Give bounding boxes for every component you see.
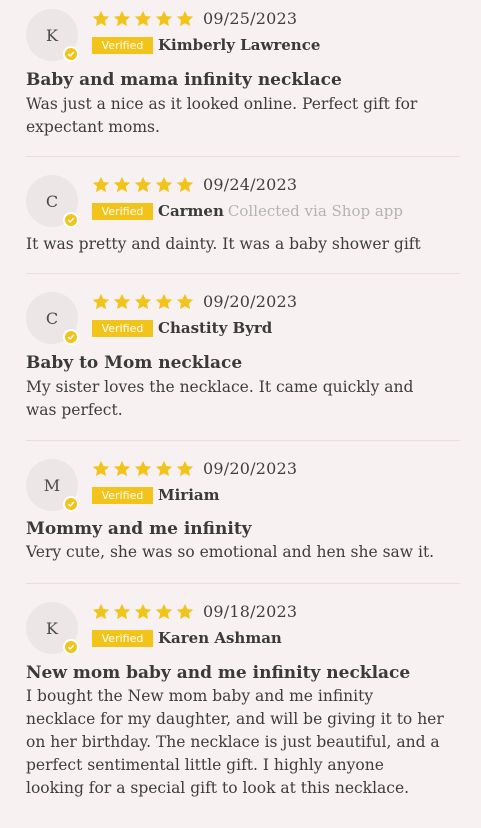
avatar: C (26, 292, 79, 345)
divider (26, 273, 460, 274)
review-date: 09/25/2023 (203, 9, 298, 28)
verified-check-icon (63, 329, 79, 345)
avatar: M (26, 459, 79, 512)
review-body: Was just a nice as it looked online. Per… (26, 95, 418, 136)
star-rating (91, 292, 195, 312)
star-icon (92, 10, 110, 27)
author-name: Carmen (158, 202, 224, 220)
star-icon (92, 176, 110, 193)
verified-badge: Verified (92, 320, 153, 337)
star-icon (155, 603, 173, 620)
review-author: Chastity Byrd (158, 317, 272, 339)
review-item: K 09/18/2023 Verified Karen Ashman New m… (0, 602, 481, 812)
review-body: I bought the New mom baby and me infinit… (26, 687, 444, 797)
avatar-initial: C (45, 191, 59, 211)
star-icon (176, 460, 194, 477)
reviews-list: K 09/25/2023 Verified Kimberly Lawrence … (0, 0, 481, 828)
verified-badge: Verified (92, 203, 153, 220)
avatar-initial: K (46, 618, 58, 638)
star-icon (92, 293, 110, 310)
review-title: Mommy and me infinity (26, 519, 252, 539)
star-rating (91, 459, 195, 479)
review-title: New mom baby and me infinity necklace (26, 663, 411, 683)
star-icon (92, 460, 110, 477)
star-icon (113, 176, 131, 193)
avatar-initial: M (43, 475, 61, 495)
star-icon (113, 293, 131, 310)
verified-badge: Verified (92, 630, 153, 647)
author-name: Kimberly Lawrence (158, 36, 321, 54)
star-icon (155, 293, 173, 310)
review-author: Kimberly Lawrence (158, 34, 320, 56)
review-author: Miriam (158, 484, 220, 506)
star-icon (134, 176, 152, 193)
avatar: K (26, 9, 79, 62)
verified-check-icon (63, 212, 79, 228)
review-item: K 09/25/2023 Verified Kimberly Lawrence … (0, 9, 481, 139)
review-body: It was pretty and dainty. It was a baby … (26, 235, 421, 253)
avatar-initial: K (46, 25, 58, 45)
review-source: Collected via Shop app (227, 202, 404, 220)
star-icon (113, 10, 131, 27)
verified-badge: Verified (92, 487, 153, 504)
star-icon (176, 603, 194, 620)
star-rating (91, 9, 195, 29)
star-icon (155, 460, 173, 477)
verified-check-icon (63, 496, 79, 512)
author-name: Karen Ashman (158, 629, 282, 647)
review-date: 09/18/2023 (203, 602, 298, 621)
review-item: C 09/24/2023 Verified Carmen Collected vi… (0, 175, 481, 255)
review-body: My sister loves the necklace. It came qu… (26, 378, 414, 419)
star-icon (113, 460, 131, 477)
review-item: M 09/20/2023 Verified Miriam Mommy and m… (0, 459, 481, 565)
avatar: K (26, 602, 79, 655)
verified-badge: Verified (92, 37, 153, 54)
review-item: C 09/20/2023 Verified Chastity Byrd Baby… (0, 292, 481, 422)
review-body: Very cute, she was so emotional and hen … (26, 543, 435, 561)
review-author: Karen Ashman (158, 627, 282, 649)
star-icon (134, 10, 152, 27)
review-title: Baby and mama infinity necklace (26, 70, 342, 90)
avatar: C (26, 175, 79, 228)
star-icon (113, 603, 131, 620)
star-icon (155, 176, 173, 193)
author-name: Miriam (158, 486, 220, 504)
divider (26, 583, 460, 584)
star-icon (176, 10, 194, 27)
star-icon (176, 176, 194, 193)
star-icon (92, 603, 110, 620)
verified-check-icon (63, 46, 79, 62)
author-name: Chastity Byrd (158, 319, 273, 337)
verified-check-icon (63, 639, 79, 655)
review-title: Baby to Mom necklace (26, 353, 243, 373)
review-date: 09/24/2023 (203, 175, 298, 194)
star-rating (91, 175, 195, 195)
star-rating (91, 602, 195, 622)
star-icon (155, 10, 173, 27)
star-icon (134, 603, 152, 620)
review-date: 09/20/2023 (203, 292, 298, 311)
star-icon (176, 293, 194, 310)
divider (26, 156, 460, 157)
divider (26, 440, 460, 441)
avatar-initial: C (45, 308, 59, 328)
star-icon (134, 460, 152, 477)
review-author: Carmen Collected via Shop app (158, 200, 403, 222)
review-date: 09/20/2023 (203, 459, 298, 478)
star-icon (134, 293, 152, 310)
